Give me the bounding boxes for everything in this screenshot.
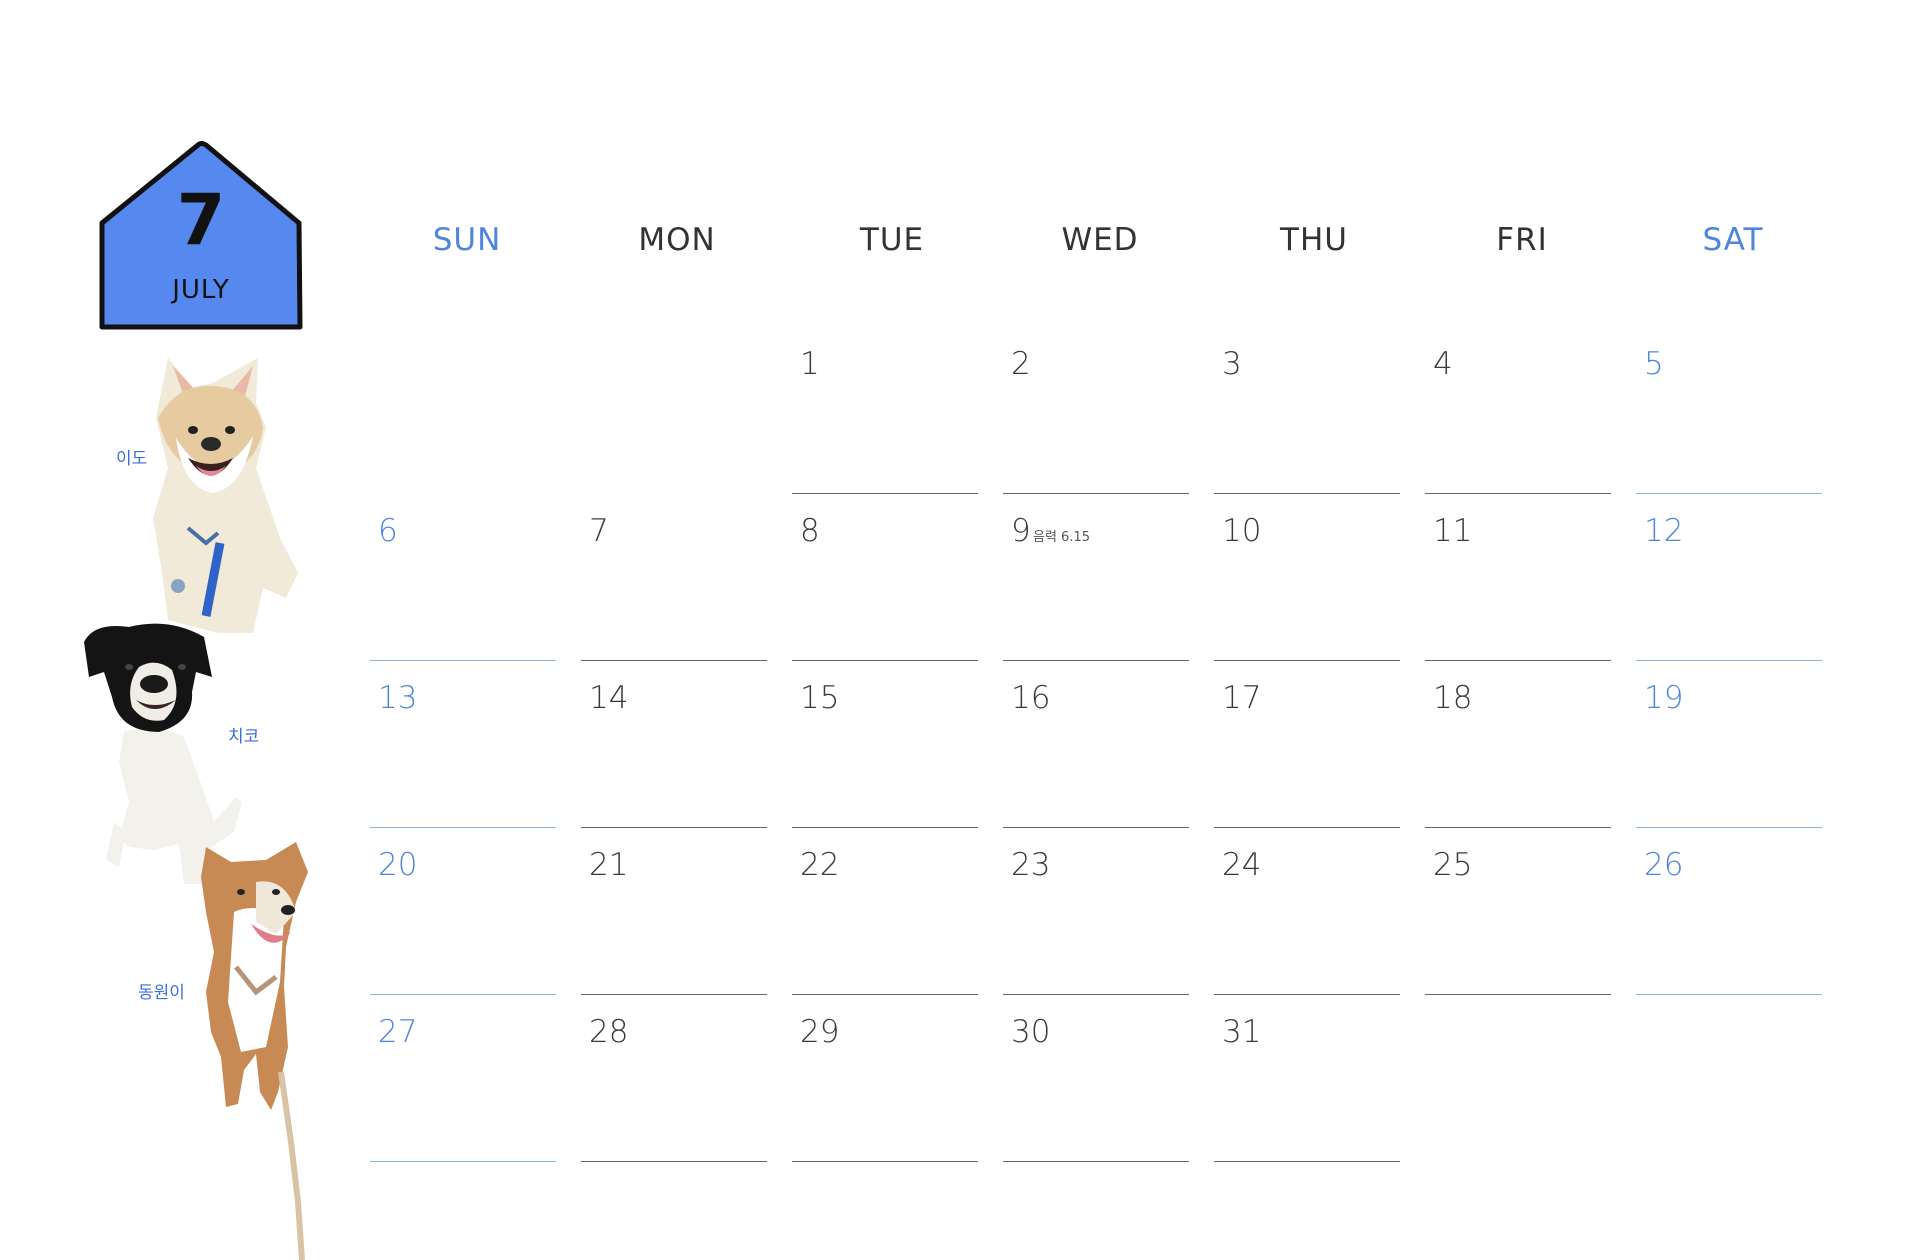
day-cell-5[interactable]: 5 — [1636, 328, 1822, 494]
month-name: JULY — [172, 275, 230, 305]
day-number: 21 — [589, 847, 629, 883]
day-cell-25[interactable]: 25 — [1425, 829, 1611, 995]
day-number: 23 — [1011, 847, 1051, 883]
day-number: 20 — [378, 847, 418, 883]
day-number: 10 — [1222, 513, 1262, 549]
day-cell-12[interactable]: 12 — [1636, 495, 1822, 661]
day-cell-1[interactable]: 1 — [792, 328, 978, 494]
day-number: 27 — [378, 1014, 418, 1050]
day-cell-17[interactable]: 17 — [1214, 662, 1400, 828]
day-cell-29[interactable]: 29 — [792, 996, 978, 1162]
day-number: 14 — [589, 680, 629, 716]
day-cell-3[interactable]: 3 — [1214, 328, 1400, 494]
day-cell-19[interactable]: 19 — [1636, 662, 1822, 828]
cream-dog-photo — [153, 358, 298, 633]
day-cell-2[interactable]: 2 — [1003, 328, 1189, 494]
day-cell-26[interactable]: 26 — [1636, 829, 1822, 995]
month-badge: 7 JULY — [98, 139, 304, 332]
day-cell-4[interactable]: 4 — [1425, 328, 1611, 494]
day-number: 29 — [800, 1014, 840, 1050]
day-cell-8[interactable]: 8 — [792, 495, 978, 661]
day-cell-24[interactable]: 24 — [1214, 829, 1400, 995]
weekday-tue: TUE — [859, 222, 925, 258]
lunar-date-note: 음력 6.15 — [1033, 530, 1090, 545]
day-number: 1 — [800, 346, 820, 382]
day-cell-9[interactable]: 9 음력 6.15 — [1003, 495, 1189, 661]
day-number: 11 — [1433, 513, 1473, 549]
weekday-thu: THU — [1280, 222, 1348, 258]
day-cell-7[interactable]: 7 — [581, 495, 767, 661]
day-number: 8 — [800, 513, 820, 549]
day-number: 6 — [378, 513, 398, 549]
weekday-sun: SUN — [432, 222, 502, 258]
day-number: 2 — [1011, 346, 1031, 382]
day-cell-28[interactable]: 28 — [581, 996, 767, 1162]
day-number: 17 — [1222, 680, 1262, 716]
day-cell-16[interactable]: 16 — [1003, 662, 1189, 828]
day-number: 19 — [1644, 680, 1684, 716]
weekday-sat: SAT — [1702, 222, 1764, 258]
day-cell-27[interactable]: 27 — [370, 996, 556, 1162]
day-number: 24 — [1222, 847, 1262, 883]
day-number: 18 — [1433, 680, 1473, 716]
day-number: 31 — [1222, 1014, 1262, 1050]
day-number: 25 — [1433, 847, 1473, 883]
weekday-fri: FRI — [1496, 222, 1548, 258]
day-cell-10[interactable]: 10 — [1214, 495, 1400, 661]
day-cell-20[interactable]: 20 — [370, 829, 556, 995]
day-number: 28 — [589, 1014, 629, 1050]
day-number: 26 — [1644, 847, 1684, 883]
day-number: 3 — [1222, 346, 1242, 382]
day-number: 5 — [1644, 346, 1664, 382]
dog-name-ido: 이도 — [116, 449, 148, 469]
day-number: 12 — [1644, 513, 1684, 549]
day-cell-11[interactable]: 11 — [1425, 495, 1611, 661]
day-cell-6[interactable]: 6 — [370, 495, 556, 661]
weekday-mon: MON — [638, 222, 716, 258]
day-cell-23[interactable]: 23 — [1003, 829, 1189, 995]
day-cell-18[interactable]: 18 — [1425, 662, 1611, 828]
day-cell-14[interactable]: 14 — [581, 662, 767, 828]
day-cell-22[interactable]: 22 — [792, 829, 978, 995]
day-number: 30 — [1011, 1014, 1051, 1050]
day-cell-21[interactable]: 21 — [581, 829, 767, 995]
day-cell-30[interactable]: 30 — [1003, 996, 1189, 1162]
day-number: 4 — [1433, 346, 1453, 382]
dog-name-dongwon: 동원이 — [138, 983, 185, 1003]
day-number: 15 — [800, 680, 840, 716]
day-number: 7 — [589, 513, 609, 549]
day-number: 22 — [800, 847, 840, 883]
day-number: 9 — [1011, 513, 1031, 549]
day-number: 13 — [378, 680, 418, 716]
brown-white-dog-photo — [201, 842, 308, 1260]
day-number: 16 — [1011, 680, 1051, 716]
calendar-grid: SUN MON TUE WED THU FRI SAT 1 2 3 4 5 6 … — [370, 0, 1822, 1250]
dog-name-chico: 치코 — [228, 727, 260, 747]
month-number: 7 — [176, 179, 226, 261]
day-cell-13[interactable]: 13 — [370, 662, 556, 828]
day-cell-15[interactable]: 15 — [792, 662, 978, 828]
weekday-wed: WED — [1061, 222, 1139, 258]
day-cell-31[interactable]: 31 — [1214, 996, 1400, 1162]
